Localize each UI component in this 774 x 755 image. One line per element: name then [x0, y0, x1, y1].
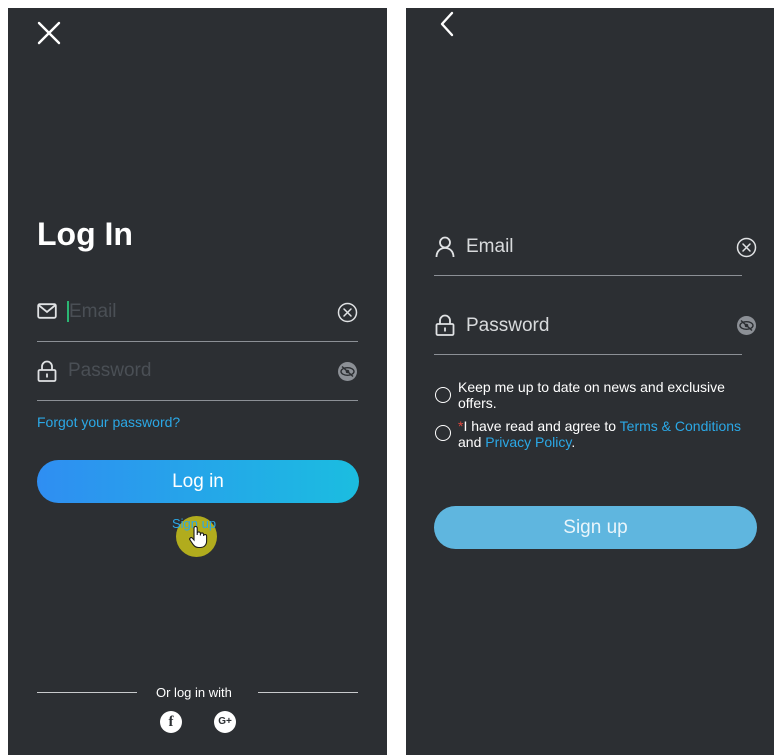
lock-icon	[435, 314, 455, 336]
login-screen: Log In Email Password Forgot your passwo…	[8, 8, 387, 755]
email-underline	[37, 341, 358, 342]
terms-prefix: I have read and agree to	[463, 418, 620, 434]
close-icon[interactable]	[36, 20, 62, 46]
terms-link[interactable]: Terms & Conditions	[620, 418, 741, 434]
password-underline	[434, 354, 742, 355]
login-button[interactable]: Log in	[37, 460, 359, 503]
email-placeholder: Email	[69, 301, 117, 322]
terms-suffix: .	[571, 434, 576, 450]
password-input[interactable]: Password	[466, 315, 706, 337]
terms-radio[interactable]	[435, 425, 451, 441]
eye-hidden-icon[interactable]	[337, 361, 358, 382]
password-input[interactable]: Password	[68, 360, 308, 382]
password-underline	[37, 400, 358, 401]
page-title: Log In	[37, 216, 133, 252]
email-input[interactable]: Email	[466, 236, 716, 258]
email-input[interactable]: Email	[67, 300, 317, 324]
signup-screen: Email Password Keep me up to date on new…	[406, 8, 774, 755]
google-plus-icon[interactable]: G+	[214, 711, 236, 733]
terms-label: *I have read and agree to Terms & Condit…	[458, 418, 758, 450]
forgot-password-link[interactable]: Forgot your password?	[37, 414, 180, 430]
clear-icon[interactable]	[736, 237, 757, 258]
back-icon[interactable]	[439, 11, 455, 37]
privacy-link[interactable]: Privacy Policy	[485, 434, 571, 450]
or-login-with-label: Or log in with	[156, 685, 232, 700]
hand-cursor-icon	[189, 525, 208, 549]
user-icon	[435, 236, 455, 258]
newsletter-label: Keep me up to date on news and exclusive…	[458, 379, 725, 411]
eye-hidden-icon[interactable]	[736, 315, 757, 336]
divider-left	[37, 692, 137, 693]
mail-icon	[37, 303, 57, 319]
signup-button[interactable]: Sign up	[434, 506, 757, 549]
lock-icon	[37, 360, 57, 382]
email-underline	[434, 275, 742, 276]
newsletter-radio[interactable]	[435, 387, 451, 403]
divider-right	[258, 692, 358, 693]
facebook-icon[interactable]: f	[160, 711, 182, 733]
clear-icon[interactable]	[337, 302, 358, 323]
terms-and: and	[458, 434, 486, 450]
